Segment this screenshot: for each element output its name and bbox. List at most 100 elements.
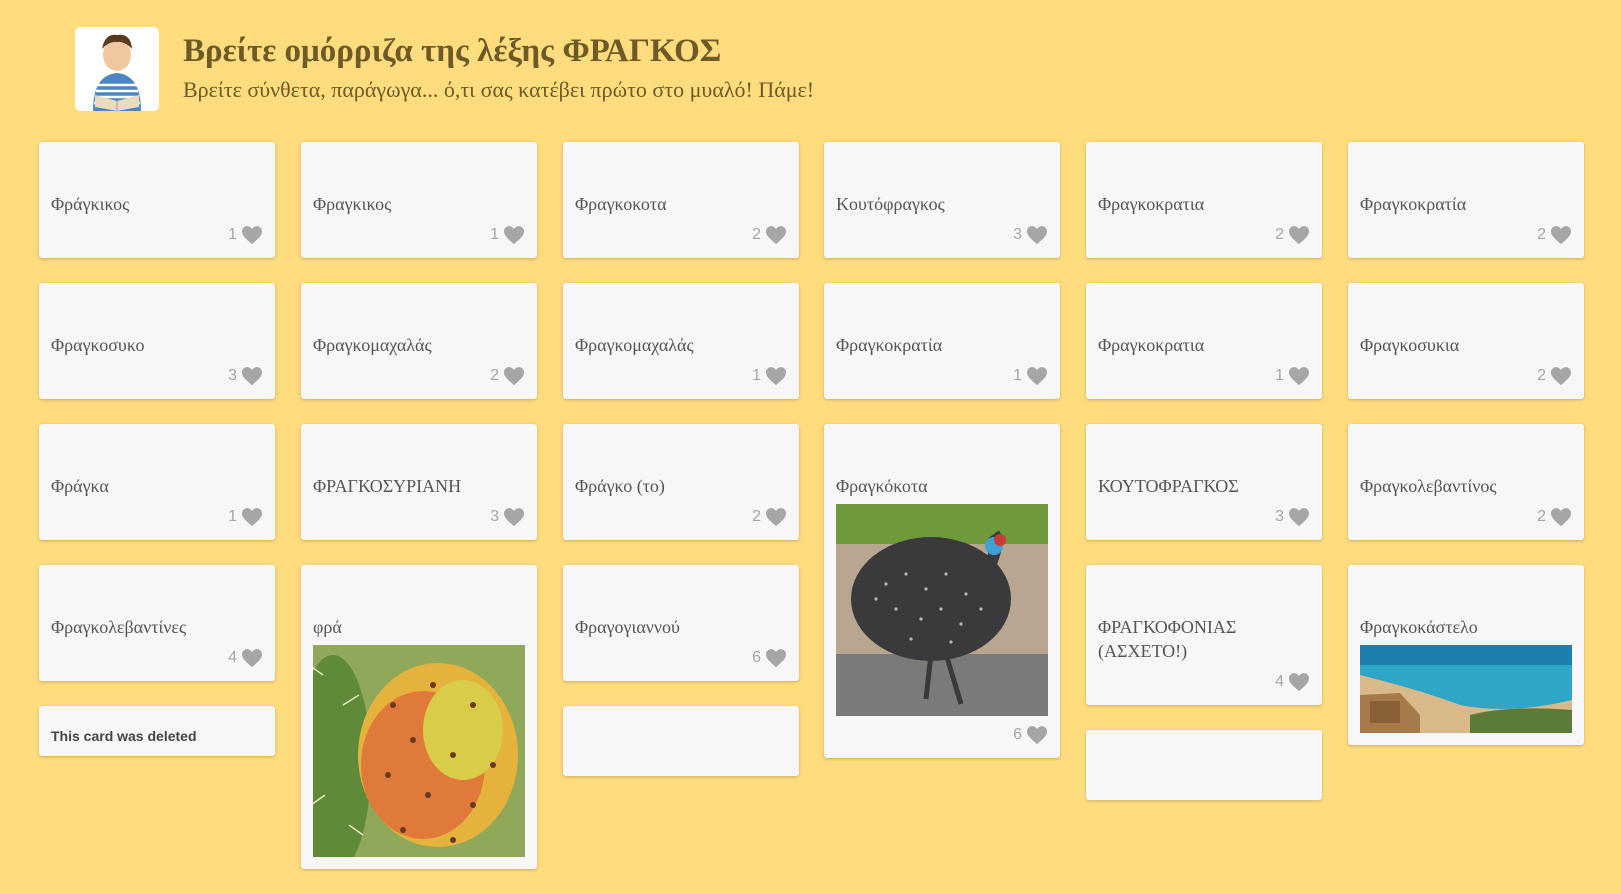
post-card[interactable]: Φραγκοκρατια 2 [1086, 142, 1322, 258]
like-control[interactable]: 2 [313, 365, 525, 387]
like-control[interactable]: 1 [51, 224, 263, 246]
heart-icon[interactable] [1026, 225, 1048, 245]
heart-icon[interactable] [1026, 725, 1048, 745]
post-word: Φραγκικος [313, 194, 392, 214]
like-count: 2 [1537, 226, 1546, 243]
post-word: Φραγκολεβαντίνος [1360, 476, 1497, 496]
deleted-card[interactable]: This card was deleted [39, 706, 275, 756]
heart-icon[interactable] [1026, 366, 1048, 386]
heart-icon[interactable] [503, 507, 525, 527]
like-count: 4 [228, 649, 237, 666]
page-subtitle: Βρείτε σύνθετα, παράγωγα... ό,τι σας κατ… [183, 77, 815, 102]
heart-icon[interactable] [1550, 507, 1572, 527]
like-count: 4 [1275, 673, 1284, 690]
board-column: Φραγκοκρατία 2 Φραγκοσυκια 2 Φραγκολεβαντίνο… [1348, 142, 1584, 770]
like-control[interactable]: 1 [1098, 365, 1310, 387]
heart-icon[interactable] [241, 648, 263, 668]
post-card[interactable]: Φράγκο (το) 2 [563, 424, 799, 540]
post-card[interactable]: ΚΟΥΤΟΦΡΑΓΚΟΣ 3 [1086, 424, 1322, 540]
like-count: 1 [228, 508, 237, 525]
like-control[interactable]: 4 [1098, 671, 1310, 693]
like-count: 6 [752, 649, 761, 666]
post-card[interactable]: Φραγκοκρατία 1 [824, 283, 1060, 399]
post-word: Φραγκοκρατία [836, 335, 943, 355]
like-control[interactable]: 1 [575, 365, 787, 387]
prickly-pear-image[interactable] [313, 645, 525, 857]
post-card[interactable]: Φραγκοσυκια 2 [1348, 283, 1584, 399]
post-card[interactable]: ΦΡΑΓΚΟΦΟΝΙΑΣ (ΑΣΧΕΤΟ!) 4 [1086, 565, 1322, 705]
post-card[interactable]: Φραγκομαχαλάς 2 [301, 283, 537, 399]
like-control[interactable]: 1 [51, 506, 263, 528]
heart-icon[interactable] [1288, 672, 1310, 692]
like-control[interactable]: 2 [1360, 506, 1572, 528]
like-count: 2 [752, 226, 761, 243]
like-control[interactable]: 2 [1360, 365, 1572, 387]
heart-icon[interactable] [503, 366, 525, 386]
heart-icon[interactable] [241, 507, 263, 527]
like-control[interactable]: 2 [1098, 224, 1310, 246]
like-control[interactable]: 3 [1098, 506, 1310, 528]
post-word: ΦΡΑΓΚΟΣΥΡΙΑΝΗ [313, 476, 462, 496]
guinea-fowl-image[interactable] [836, 504, 1048, 716]
heart-icon[interactable] [765, 648, 787, 668]
post-card[interactable]: Φραγκολεβαντίνες 4 [39, 565, 275, 681]
post-card[interactable]: Φραγκολεβαντίνος 2 [1348, 424, 1584, 540]
post-card[interactable]: Κουτόφραγκος 3 [824, 142, 1060, 258]
heart-icon[interactable] [241, 366, 263, 386]
post-card[interactable] [1086, 730, 1322, 800]
post-card[interactable]: Φραγκοκοτα 2 [563, 142, 799, 258]
like-control[interactable]: 3 [836, 224, 1048, 246]
like-control[interactable]: 1 [313, 224, 525, 246]
page-title: Βρείτε ομόρριζα της λέξης ΦΡΑΓΚΟΣ [183, 33, 722, 69]
post-card[interactable]: Φραγκοκάστελο [1348, 565, 1584, 745]
post-card[interactable]: Φραγκόκοτα 6 [824, 424, 1060, 758]
like-control[interactable]: 2 [575, 224, 787, 246]
post-word: Φραγκοκρατια [1098, 335, 1205, 355]
heart-icon[interactable] [503, 225, 525, 245]
post-card[interactable]: Φραγκικος 1 [301, 142, 537, 258]
post-word: Φραγκόκοτα [836, 476, 928, 496]
post-card[interactable] [563, 706, 799, 776]
like-control[interactable]: 3 [51, 365, 263, 387]
post-card[interactable]: Φράγκα 1 [39, 424, 275, 540]
post-word: Φράγκο (το) [575, 476, 665, 496]
like-count: 1 [1013, 367, 1022, 384]
post-word: Φράγκα [51, 476, 109, 496]
post-card[interactable]: ΦΡΑΓΚΟΣΥΡΙΑΝΗ 3 [301, 424, 537, 540]
like-control[interactable]: 4 [51, 647, 263, 669]
heart-icon[interactable] [1550, 225, 1572, 245]
post-card[interactable]: φρά [301, 565, 537, 869]
post-word: Φράγκικος [51, 194, 130, 214]
like-count: 6 [1013, 726, 1022, 743]
post-word: Φραγκολεβαντίνες [51, 617, 187, 637]
like-control[interactable]: 3 [313, 506, 525, 528]
like-control[interactable]: 2 [575, 506, 787, 528]
like-control[interactable]: 6 [836, 724, 1048, 746]
like-count: 1 [490, 226, 499, 243]
post-card[interactable]: Φραγογιαννού 6 [563, 565, 799, 681]
heart-icon[interactable] [765, 366, 787, 386]
post-card[interactable]: Φραγκομαχαλάς 1 [563, 283, 799, 399]
board-column: Κουτόφραγκος 3 Φραγκοκρατία 1 Φραγκόκοτα 6 [824, 142, 1060, 783]
post-word: φρά [313, 617, 342, 637]
heart-icon[interactable] [1288, 507, 1310, 527]
post-card[interactable]: Φραγκοκρατια 1 [1086, 283, 1322, 399]
like-count: 1 [228, 226, 237, 243]
like-count: 2 [1275, 226, 1284, 243]
post-word: Φραγκοκρατια [1098, 194, 1205, 214]
heart-icon[interactable] [1550, 366, 1572, 386]
post-word: Φραγκοκρατία [1360, 194, 1467, 214]
beach-fortress-image[interactable] [1360, 645, 1572, 733]
like-control[interactable]: 6 [575, 647, 787, 669]
heart-icon[interactable] [765, 507, 787, 527]
like-control[interactable]: 1 [836, 365, 1048, 387]
heart-icon[interactable] [765, 225, 787, 245]
heart-icon[interactable] [1288, 366, 1310, 386]
heart-icon[interactable] [1288, 225, 1310, 245]
like-control[interactable]: 2 [1360, 224, 1572, 246]
post-card[interactable]: Φραγκοκρατία 2 [1348, 142, 1584, 258]
post-card[interactable]: Φράγκικος 1 [39, 142, 275, 258]
heart-icon[interactable] [241, 225, 263, 245]
post-card[interactable]: Φραγκοσυκο 3 [39, 283, 275, 399]
board-column: Φραγκοκρατια 2 Φραγκοκρατια 1 ΚΟΥΤΟΦΡΑΓΚΟΣ 3 Φ… [1086, 142, 1322, 825]
